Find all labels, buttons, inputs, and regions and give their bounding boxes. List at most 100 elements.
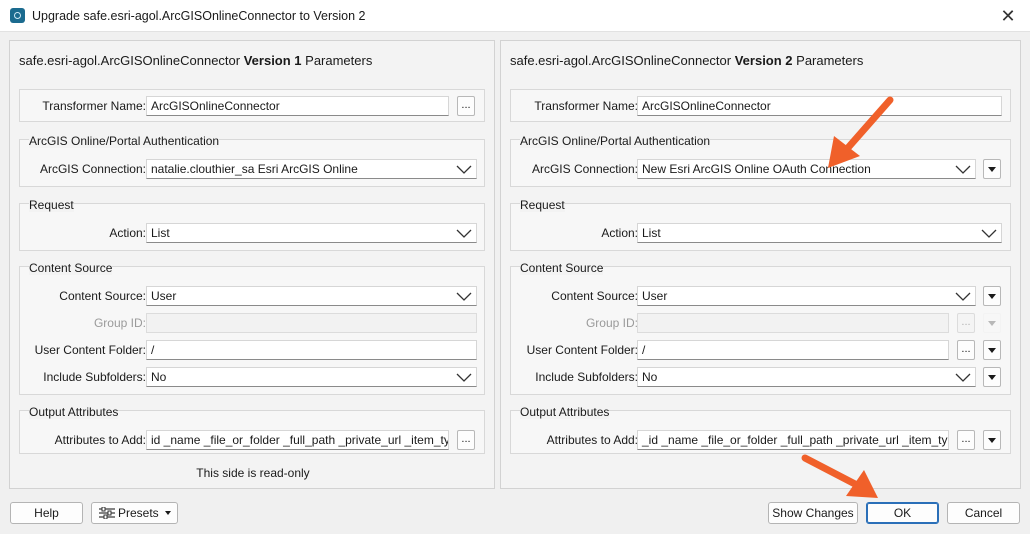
chevron-down-icon	[456, 229, 472, 238]
presets-button[interactable]: Presets	[91, 502, 178, 524]
help-button[interactable]: Help	[10, 502, 83, 524]
chevron-down-icon	[981, 229, 997, 238]
content-source-group-title: Content Source	[520, 261, 604, 275]
user-content-folder-label: User Content Folder:	[526, 343, 638, 357]
chevron-down-icon	[456, 292, 472, 301]
attributes-to-add-label: Attributes to Add:	[546, 433, 638, 447]
group-id-label: Group ID:	[93, 316, 146, 330]
attributes-to-add-label: Attributes to Add:	[54, 433, 146, 447]
content-source-options-button[interactable]	[983, 286, 1001, 306]
include-subfolders-options-button[interactable]	[983, 367, 1001, 387]
connection-dropdown[interactable]: New Esri ArcGIS Online OAuth Connection	[637, 159, 976, 179]
output-attributes-group-title: Output Attributes	[520, 405, 610, 419]
transformer-name-field[interactable]: ArcGISOnlineConnector	[146, 96, 449, 116]
include-subfolders-label: Include Subfolders:	[535, 370, 638, 384]
content-source-group-title: Content Source	[29, 261, 113, 275]
content-source-dropdown[interactable]: User	[637, 286, 976, 306]
group-id-options-button	[983, 313, 1001, 333]
connection-dropdown[interactable]: natalie.clouthier_sa Esri ArcGIS Online	[146, 159, 477, 179]
output-attributes-group-title: Output Attributes	[29, 405, 119, 419]
include-subfolders-dropdown[interactable]: No	[146, 367, 477, 387]
dropdown-triangle-icon	[165, 511, 171, 515]
transformer-name-ellipsis-button[interactable]: ...	[457, 96, 475, 116]
heading-prefix: safe.esri-agol.ArcGISOnlineConnector	[510, 53, 735, 68]
heading-suffix: Parameters	[792, 53, 864, 68]
read-only-note: This side is read-only	[196, 466, 310, 480]
content-source-group: Content Source Content Source: User Grou…	[19, 261, 485, 395]
title-bar: Upgrade safe.esri-agol.ArcGISOnlineConne…	[0, 0, 1030, 32]
content-source-group: Content Source Content Source: User Grou…	[510, 261, 1011, 395]
heading-version: Version 2	[734, 53, 793, 68]
connection-label: ArcGIS Connection:	[531, 162, 638, 176]
include-subfolders-label: Include Subfolders:	[43, 370, 146, 384]
user-content-folder-label: User Content Folder:	[34, 343, 146, 357]
group-id-field	[146, 313, 477, 333]
group-id-label: Group ID:	[585, 316, 638, 330]
action-label: Action:	[109, 226, 146, 240]
chevron-down-icon	[955, 292, 971, 301]
auth-group-title: ArcGIS Online/Portal Authentication	[520, 134, 711, 148]
group-id-field	[637, 313, 949, 333]
heading-suffix: Parameters	[301, 53, 373, 68]
transformer-name-label: Transformer Name:	[534, 99, 638, 113]
action-dropdown[interactable]: List	[146, 223, 477, 243]
request-group-title: Request	[520, 198, 565, 212]
user-content-folder-field[interactable]: /	[146, 340, 477, 360]
chevron-down-icon	[955, 165, 971, 174]
sliders-icon	[99, 507, 115, 519]
chevron-down-icon	[456, 373, 472, 382]
output-attributes-group: Output Attributes Attributes to Add: id …	[19, 405, 485, 454]
show-changes-button[interactable]: Show Changes	[768, 502, 858, 524]
attributes-ellipsis-button[interactable]: ...	[457, 430, 475, 450]
action-value: List	[642, 226, 661, 240]
group-id-ellipsis-button: ...	[957, 313, 975, 333]
app-icon	[10, 8, 25, 23]
action-label: Action:	[601, 226, 638, 240]
attributes-to-add-field[interactable]: _id _name _file_or_folder _full_path _pr…	[637, 430, 949, 450]
action-value: List	[151, 226, 170, 240]
request-group: Request Action: List	[19, 198, 485, 251]
content-source-dropdown[interactable]: User	[146, 286, 477, 306]
ok-button[interactable]: OK	[866, 502, 939, 524]
output-attributes-group: Output Attributes Attributes to Add: _id…	[510, 405, 1011, 454]
connection-value: natalie.clouthier_sa Esri ArcGIS Online	[151, 162, 358, 176]
close-icon[interactable]: ✕	[996, 4, 1020, 28]
panel-heading: safe.esri-agol.ArcGISOnlineConnector Ver…	[510, 53, 863, 68]
panel-heading: safe.esri-agol.ArcGISOnlineConnector Ver…	[19, 53, 372, 68]
user-content-folder-ellipsis-button[interactable]: ...	[957, 340, 975, 360]
auth-group-title: ArcGIS Online/Portal Authentication	[29, 134, 220, 148]
request-group-title: Request	[29, 198, 74, 212]
include-subfolders-value: No	[642, 370, 658, 384]
transformer-name-field[interactable]: ArcGISOnlineConnector	[637, 96, 1002, 116]
connection-label: ArcGIS Connection:	[39, 162, 146, 176]
content-source-label: Content Source:	[59, 289, 146, 303]
version-1-panel: safe.esri-agol.ArcGISOnlineConnector Ver…	[9, 40, 495, 489]
include-subfolders-dropdown[interactable]: No	[637, 367, 976, 387]
window-title: Upgrade safe.esri-agol.ArcGISOnlineConne…	[32, 9, 366, 23]
cancel-button[interactable]: Cancel	[947, 502, 1020, 524]
attributes-ellipsis-button[interactable]: ...	[957, 430, 975, 450]
attributes-options-button[interactable]	[983, 430, 1001, 450]
version-2-panel: safe.esri-agol.ArcGISOnlineConnector Ver…	[500, 40, 1021, 489]
user-content-folder-options-button[interactable]	[983, 340, 1001, 360]
heading-version: Version 1	[243, 53, 302, 68]
transformer-name-label: Transformer Name:	[42, 99, 146, 113]
auth-group: ArcGIS Online/Portal Authentication ArcG…	[510, 134, 1011, 187]
content-source-label: Content Source:	[551, 289, 638, 303]
request-group: Request Action: List	[510, 198, 1011, 251]
include-subfolders-value: No	[151, 370, 167, 384]
action-dropdown[interactable]: List	[637, 223, 1002, 243]
connection-value: New Esri ArcGIS Online OAuth Connection	[642, 162, 871, 176]
chevron-down-icon	[955, 373, 971, 382]
heading-prefix: safe.esri-agol.ArcGISOnlineConnector	[19, 53, 244, 68]
content-source-value: User	[151, 289, 177, 303]
attributes-to-add-field[interactable]: id _name _file_or_folder _full_path _pri…	[146, 430, 449, 450]
auth-group: ArcGIS Online/Portal Authentication ArcG…	[19, 134, 485, 187]
connection-options-button[interactable]	[983, 159, 1001, 179]
transformer-name-group: Transformer Name: ArcGISOnlineConnector	[510, 89, 1011, 122]
chevron-down-icon	[456, 165, 472, 174]
content-source-value: User	[642, 289, 668, 303]
user-content-folder-field[interactable]: /	[637, 340, 949, 360]
transformer-name-group: Transformer Name: ArcGISOnlineConnector …	[19, 89, 485, 122]
presets-label: Presets	[118, 506, 159, 520]
